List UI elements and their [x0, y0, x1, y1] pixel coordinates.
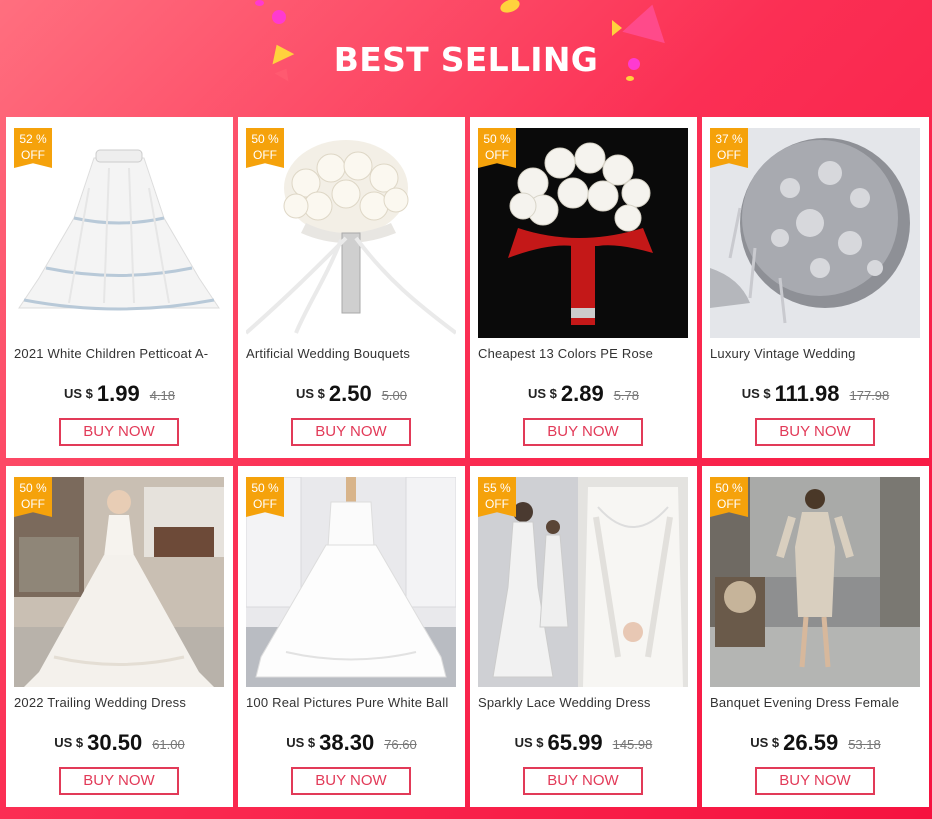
product-title[interactable]: Artificial Wedding Bouquets — [246, 346, 458, 361]
product-grid: 52 % OFF 2021 White Children Petticoat A… — [6, 117, 929, 809]
sale-price: 2.89 — [560, 381, 604, 406]
sale-price: 1.99 — [96, 381, 140, 406]
price-row: US $38.30 76.60 — [238, 730, 465, 756]
discount-badge: 50 % OFF — [246, 128, 284, 168]
discount-off-label: OFF — [253, 497, 277, 511]
buy-now-button[interactable]: BUY NOW — [523, 767, 643, 795]
discount-percent: 55 % — [483, 481, 511, 495]
product-card[interactable]: 52 % OFF 2021 White Children Petticoat A… — [6, 117, 233, 458]
discount-off-label: OFF — [485, 148, 509, 162]
buy-now-button[interactable]: BUY NOW — [59, 767, 179, 795]
discount-badge: 50 % OFF — [478, 128, 516, 168]
currency-label: US $ — [527, 386, 557, 401]
confetti-dot — [498, 0, 522, 16]
discount-off-label: OFF — [717, 148, 741, 162]
discount-percent: 50 % — [251, 481, 279, 495]
confetti-dot — [255, 0, 264, 6]
product-card[interactable]: 50 % OFF 2022 Trailing Wedding Dress US … — [6, 466, 233, 807]
product-card[interactable]: 37 % OFF Luxury Vintage Wedding US $111.… — [702, 117, 929, 458]
currency-label: US $ — [750, 735, 780, 750]
buy-now-button[interactable]: BUY NOW — [291, 767, 411, 795]
price-row: US $26.59 53.18 — [702, 730, 929, 756]
product-title[interactable]: Cheapest 13 Colors PE Rose — [478, 346, 690, 361]
discount-off-label: OFF — [21, 148, 45, 162]
product-title[interactable]: 100 Real Pictures Pure White Ball — [246, 695, 458, 710]
discount-off-label: OFF — [485, 497, 509, 511]
currency-label: US $ — [514, 735, 544, 750]
product-card[interactable]: 50 % OFF Cheapest 13 Colors PE Rose US $… — [470, 117, 697, 458]
product-title[interactable]: Sparkly Lace Wedding Dress — [478, 695, 690, 710]
product-title[interactable]: Banquet Evening Dress Female — [710, 695, 922, 710]
discount-badge: 55 % OFF — [478, 477, 516, 517]
discount-percent: 50 % — [483, 132, 511, 146]
currency-label: US $ — [295, 386, 325, 401]
product-card[interactable]: 50 % OFF Artificial Wedding Bouquets US … — [238, 117, 465, 458]
price-row: US $111.98 177.98 — [702, 381, 929, 407]
confetti-triangle — [612, 20, 622, 36]
discount-badge: 37 % OFF — [710, 128, 748, 168]
currency-label: US $ — [63, 386, 93, 401]
discount-percent: 50 % — [715, 481, 743, 495]
original-price: 4.18 — [149, 388, 176, 403]
section-title: BEST SELLING — [333, 40, 599, 79]
original-price: 53.18 — [848, 737, 881, 752]
confetti-dot — [272, 10, 286, 24]
discount-badge: 50 % OFF — [14, 477, 52, 517]
discount-off-label: OFF — [21, 497, 45, 511]
original-price: 61.00 — [152, 737, 185, 752]
confetti-triangle — [622, 0, 674, 44]
sale-price: 30.50 — [87, 730, 143, 755]
price-row: US $65.99 145.98 — [470, 730, 697, 756]
product-title[interactable]: 2021 White Children Petticoat A- — [14, 346, 226, 361]
product-card[interactable]: 50 % OFF Banquet Evening Dress Female US… — [702, 466, 929, 807]
currency-label: US $ — [286, 735, 316, 750]
original-price: 76.60 — [384, 737, 417, 752]
sale-price: 38.30 — [319, 730, 375, 755]
product-title[interactable]: Luxury Vintage Wedding — [710, 346, 922, 361]
buy-now-button[interactable]: BUY NOW — [755, 418, 875, 446]
buy-now-button[interactable]: BUY NOW — [523, 418, 643, 446]
product-card[interactable]: 50 % OFF 100 Real Pictures Pure White Ba… — [238, 466, 465, 807]
discount-badge: 52 % OFF — [14, 128, 52, 168]
discount-percent: 50 % — [19, 481, 47, 495]
product-card[interactable]: 55 % OFF Sparkly Lace Wedding Dress US $… — [470, 466, 697, 807]
discount-off-label: OFF — [717, 497, 741, 511]
price-row: US $2.89 5.78 — [470, 381, 697, 407]
price-row: US $30.50 61.00 — [6, 730, 233, 756]
sale-price: 65.99 — [547, 730, 603, 755]
discount-percent: 52 % — [19, 132, 47, 146]
discount-off-label: OFF — [253, 148, 277, 162]
original-price: 5.78 — [613, 388, 640, 403]
buy-now-button[interactable]: BUY NOW — [755, 767, 875, 795]
product-title[interactable]: 2022 Trailing Wedding Dress — [14, 695, 226, 710]
original-price: 145.98 — [612, 737, 653, 752]
discount-badge: 50 % OFF — [246, 477, 284, 517]
sale-price: 2.50 — [328, 381, 372, 406]
buy-now-button[interactable]: BUY NOW — [291, 418, 411, 446]
currency-label: US $ — [741, 386, 771, 401]
discount-badge: 50 % OFF — [710, 477, 748, 517]
discount-percent: 50 % — [251, 132, 279, 146]
original-price: 5.00 — [381, 388, 408, 403]
currency-label: US $ — [54, 735, 84, 750]
price-row: US $2.50 5.00 — [238, 381, 465, 407]
discount-percent: 37 % — [715, 132, 743, 146]
original-price: 177.98 — [849, 388, 890, 403]
buy-now-button[interactable]: BUY NOW — [59, 418, 179, 446]
sale-price: 111.98 — [774, 381, 840, 406]
price-row: US $1.99 4.18 — [6, 381, 233, 407]
sale-price: 26.59 — [783, 730, 839, 755]
